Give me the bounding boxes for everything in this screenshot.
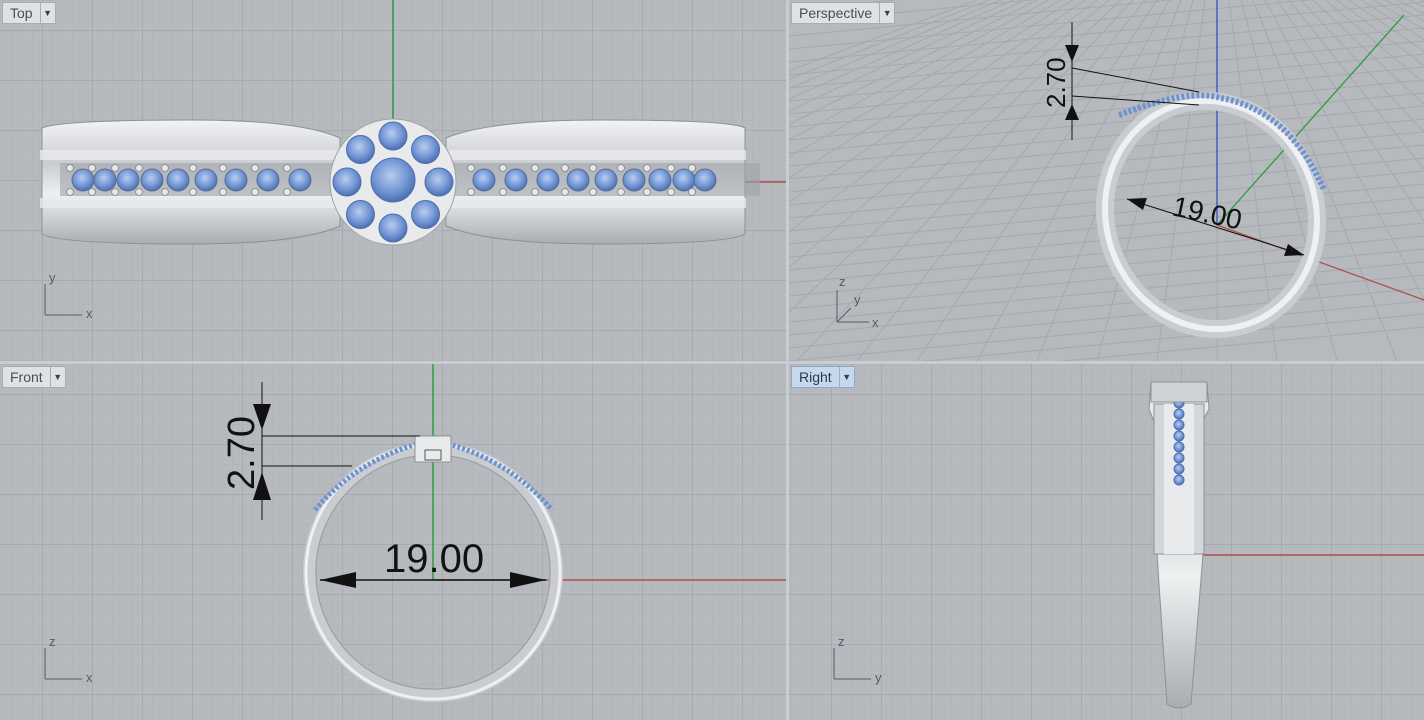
tab-top[interactable]: Top ▼ xyxy=(2,2,56,24)
tab-top-label: Top xyxy=(10,5,33,21)
axis-x-label: x xyxy=(86,670,93,685)
viewport-top[interactable]: y x Top ▼ xyxy=(0,0,786,361)
triangle-down-icon[interactable]: ▼ xyxy=(49,367,65,387)
axis-y-label: y xyxy=(854,292,861,307)
top-view-scene: y x xyxy=(0,0,786,361)
rhino-workspace: y x Top ▼ 2.70 19.00 z y x Perspective ▼… xyxy=(0,0,1424,720)
persp-height-dimension[interactable]: 2.70 xyxy=(1041,57,1071,108)
axis-y-label: y xyxy=(49,270,56,285)
axis-y-label: y xyxy=(875,670,882,685)
axis-z-label: z xyxy=(839,274,846,289)
tab-right[interactable]: Right ▼ xyxy=(791,366,855,388)
front-view-scene: 2.70 19.00 z x xyxy=(0,364,786,720)
center-cluster xyxy=(332,121,454,243)
front-height-dimension[interactable]: 2.70 xyxy=(221,416,263,490)
axis-z-label: z xyxy=(838,634,845,649)
tab-perspective-label: Perspective xyxy=(799,5,873,21)
tab-perspective[interactable]: Perspective ▼ xyxy=(791,2,896,24)
tab-right-label: Right xyxy=(799,369,832,385)
perspective-view-scene: 2.70 19.00 z y x xyxy=(789,0,1424,361)
viewport-perspective[interactable]: 2.70 19.00 z y x Perspective ▼ xyxy=(789,0,1424,361)
viewport-front[interactable]: 2.70 19.00 z x Front ▼ xyxy=(0,364,786,720)
right-view-scene: z y xyxy=(789,364,1424,720)
axis-x-label: x xyxy=(86,306,93,321)
triangle-down-icon[interactable]: ▼ xyxy=(879,3,894,23)
front-diameter-dimension[interactable]: 19.00 xyxy=(384,537,484,581)
triangle-down-icon[interactable]: ▼ xyxy=(838,367,854,387)
tab-front[interactable]: Front ▼ xyxy=(2,366,66,388)
tab-front-label: Front xyxy=(10,369,43,385)
viewport-right[interactable]: z y Right ▼ xyxy=(789,364,1424,720)
axis-z-label: z xyxy=(49,634,56,649)
triangle-down-icon[interactable]: ▼ xyxy=(39,3,55,23)
axis-x-label: x xyxy=(872,315,879,330)
